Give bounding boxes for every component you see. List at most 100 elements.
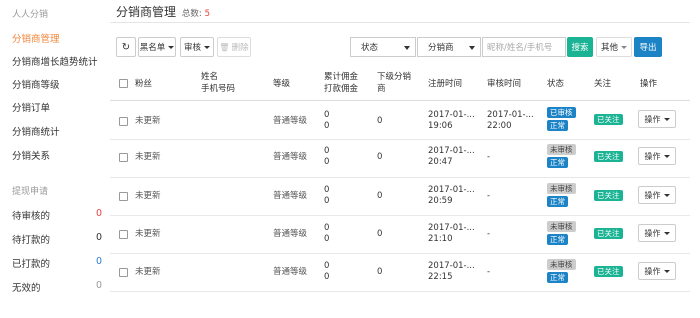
sidebar-item-pending-review[interactable]: 待审核的 0 — [12, 208, 102, 222]
sidebar-item-distribution-orders[interactable]: 分销订单 — [12, 100, 102, 114]
other-label: 其他 — [600, 43, 618, 53]
sidebar-item-invalid[interactable]: 无效的 0 — [12, 280, 102, 294]
status-badge: 未审核 — [547, 183, 576, 194]
cell-reg-date: 2017-01-... — [428, 110, 475, 120]
divider — [110, 253, 690, 254]
sidebar-item-growth-trend[interactable]: 分销商增长趋势统计 — [12, 54, 102, 68]
divider — [110, 22, 690, 23]
cell-paid-commission: 0 — [324, 234, 330, 244]
cell-reg-time: 19:06 — [428, 121, 453, 131]
row-action-dropdown[interactable]: 操作 — [638, 147, 676, 165]
cell-commission: 0 — [324, 146, 330, 156]
refresh-icon: ↻ — [121, 41, 131, 53]
total-count: 5 — [204, 9, 211, 19]
divider — [110, 100, 690, 101]
row-checkbox[interactable] — [119, 153, 128, 162]
follow-badge: 已关注 — [594, 266, 623, 277]
cell-fans: 未更新 — [135, 267, 161, 277]
cell-paid-commission: 0 — [324, 196, 330, 206]
cell-level: 普通等级 — [273, 267, 308, 277]
status-badge: 正常 — [547, 120, 568, 131]
cell-level: 普通等级 — [273, 152, 308, 162]
sidebar-item-distribution-relations[interactable]: 分销关系 — [12, 148, 102, 162]
row-checkbox[interactable] — [119, 117, 128, 126]
blacklist-dropdown[interactable]: 黑名单 — [138, 37, 176, 57]
row-action-dropdown[interactable]: 操作 — [638, 186, 676, 204]
action-label: 操作 — [644, 228, 661, 238]
refresh-button[interactable]: ↻ — [116, 37, 136, 57]
cell-audit-date: - — [487, 191, 491, 201]
cell-audit-date: - — [487, 229, 491, 239]
col-header-level: 等级 — [273, 79, 291, 89]
cell-audit-date: - — [487, 267, 491, 277]
follow-badge: 已关注 — [594, 114, 623, 125]
action-label: 操作 — [644, 151, 661, 161]
delete-label: 删除 — [231, 43, 249, 53]
row-checkbox[interactable] — [119, 268, 128, 277]
sidebar-group-withdraw: 提现申请 — [12, 187, 49, 197]
cell-level: 普通等级 — [273, 229, 308, 239]
sidebar-item-label: 待审核的 — [12, 211, 51, 222]
col-header-paid-commission: 打款佣金 — [324, 84, 359, 94]
row-action-dropdown[interactable]: 操作 — [638, 224, 676, 242]
col-header-reg-time: 注册时间 — [428, 79, 463, 89]
count-badge: 0 — [95, 256, 102, 267]
caret-down-icon — [663, 269, 670, 273]
cell-reg-time: 21:10 — [428, 234, 453, 244]
status-badge: 正常 — [547, 196, 568, 207]
sidebar-item-paid[interactable]: 已打款的 0 — [12, 256, 102, 270]
cell-level: 普通等级 — [273, 116, 308, 126]
cell-commission: 0 — [324, 261, 330, 271]
sidebar-item-distributor-management[interactable]: 分销商管理 — [12, 31, 102, 45]
divider — [110, 177, 690, 178]
cell-paid-commission: 0 — [324, 272, 330, 282]
cell-audit-date: - — [487, 152, 491, 162]
cell-audit-time: 22:00 — [487, 121, 512, 131]
trash-icon: 🗑 — [219, 42, 230, 52]
caret-down-icon — [621, 45, 627, 49]
sidebar-item-label: 待打款的 — [12, 235, 51, 246]
search-placeholder: 昵称/姓名/手机号 — [487, 43, 553, 53]
col-header-action: 操作 — [640, 79, 658, 89]
col-header-downline-suffix: 商 — [377, 84, 386, 94]
cell-fans: 未更新 — [135, 152, 161, 162]
row-action-dropdown[interactable]: 操作 — [638, 262, 676, 280]
select-all-checkbox[interactable] — [119, 79, 128, 88]
caret-down-icon — [168, 45, 175, 49]
audit-dropdown[interactable]: 审核 — [180, 37, 214, 57]
divider — [110, 291, 690, 292]
sidebar-item-pending-payment[interactable]: 待打款的 0 — [12, 232, 102, 246]
status-badge: 未审核 — [547, 221, 576, 232]
status-select[interactable]: 状态 — [350, 37, 416, 57]
cell-downline: 0 — [377, 191, 383, 201]
sidebar-item-distributor-level[interactable]: 分销商等级 — [12, 77, 102, 91]
cell-downline: 0 — [377, 152, 383, 162]
status-badge: 正常 — [547, 234, 568, 245]
cell-downline: 0 — [377, 229, 383, 239]
cell-paid-commission: 0 — [324, 157, 330, 167]
main-content: 分销商管理 总数: 5 ↻ 黑名单 审核 🗑 删除 状态 分销商 昵称/姓名/手机… — [110, 0, 700, 318]
cell-downline: 0 — [377, 116, 383, 126]
search-button[interactable]: 搜索 — [567, 37, 593, 57]
cell-audit-date: 2017-01-... — [487, 110, 534, 120]
export-button[interactable]: 导出 — [634, 37, 662, 57]
row-checkbox[interactable] — [119, 192, 128, 201]
row-checkbox[interactable] — [119, 230, 128, 239]
total-label: 总数: — [181, 9, 202, 19]
search-input[interactable]: 昵称/姓名/手机号 — [482, 37, 566, 57]
follow-badge: 已关注 — [594, 228, 623, 239]
col-header-commission: 累计佣金 — [324, 72, 359, 82]
cell-reg-time: 22:15 — [428, 272, 453, 282]
cell-reg-time: 20:47 — [428, 157, 453, 167]
sidebar-item-distributor-stats[interactable]: 分销商统计 — [12, 124, 102, 138]
cell-reg-date: 2017-01-... — [428, 185, 475, 195]
other-dropdown[interactable]: 其他 — [596, 37, 632, 57]
type-select[interactable]: 分销商 — [417, 37, 481, 57]
col-header-status: 状态 — [547, 79, 565, 89]
count-badge: 0 — [95, 208, 102, 219]
count-badge: 0 — [95, 280, 102, 291]
delete-button[interactable]: 🗑 删除 — [217, 37, 251, 57]
sidebar: 人人分销 分销商管理 分销商增长趋势统计 分销商等级 分销订单 分销商统计 分销… — [0, 0, 108, 318]
row-action-dropdown[interactable]: 操作 — [638, 110, 676, 128]
divider — [110, 215, 690, 216]
